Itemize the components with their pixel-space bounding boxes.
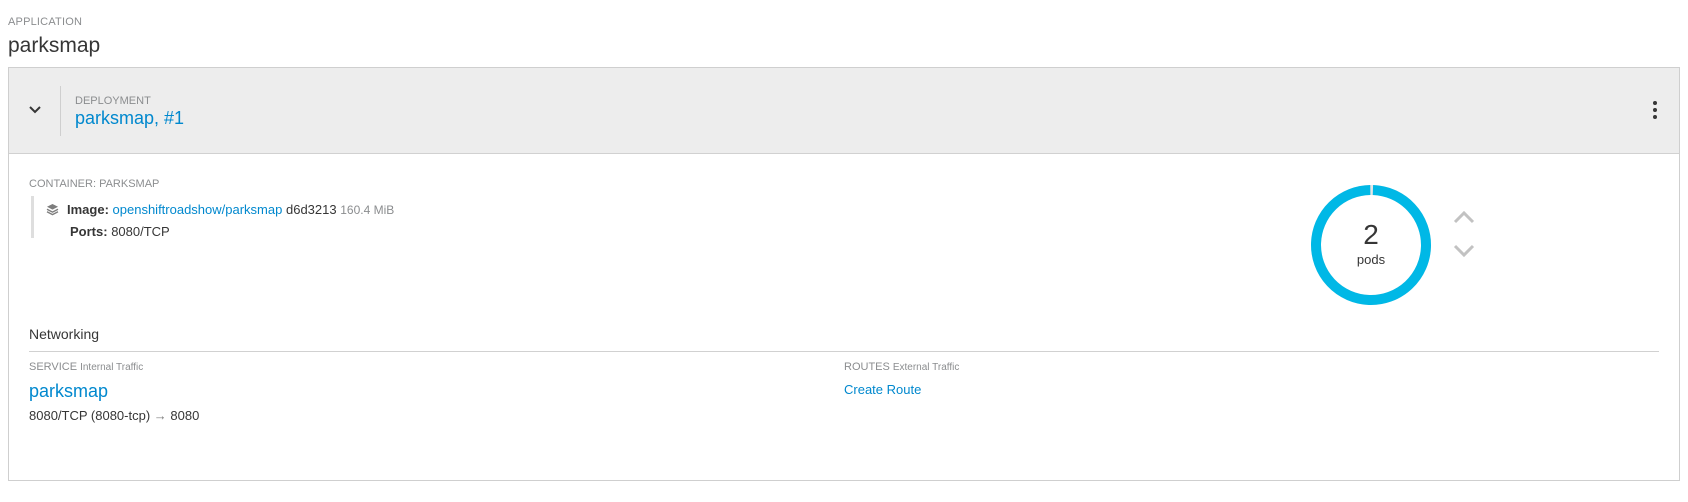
scale-down-button[interactable] xyxy=(1453,243,1475,259)
image-link[interactable]: openshiftroadshow/parksmap xyxy=(113,202,283,217)
container-details: Image: openshiftroadshow/parksmap d6d321… xyxy=(31,196,394,239)
arrow-right-icon: → xyxy=(153,408,167,423)
application-header: APPLICATION parksmap xyxy=(8,16,100,59)
deployment-panel: DEPLOYMENT parksmap, #1 CONTAINER: PARKS… xyxy=(8,67,1680,481)
ports-line: Ports: 8080/TCP xyxy=(70,224,170,239)
pods-label: pods xyxy=(1356,252,1386,267)
ports-value: 8080/TCP xyxy=(111,224,170,239)
service-port-mapping: 8080/TCP (8080-tcp) → 8080 xyxy=(29,408,199,423)
image-size: 160.4 MiB xyxy=(340,203,395,217)
service-port: 8080/TCP (8080-tcp) xyxy=(29,408,151,423)
image-id: d6d3213 xyxy=(285,202,337,217)
layers-icon xyxy=(46,204,59,216)
pods-donut: 2 pods xyxy=(1306,180,1436,310)
application-name: parksmap xyxy=(8,34,101,57)
container-caption: CONTAINER: PARKSMAP xyxy=(29,178,160,190)
chevron-down-icon xyxy=(1453,244,1475,258)
chevron-up-icon xyxy=(1453,210,1475,224)
service-caption-sub: Internal Traffic xyxy=(80,362,144,373)
service-link[interactable]: parksmap xyxy=(29,381,108,402)
collapse-toggle-button[interactable] xyxy=(9,86,61,136)
routes-caption-sub: External Traffic xyxy=(892,362,960,373)
kebab-icon[interactable] xyxy=(1651,101,1659,121)
networking-title: Networking xyxy=(29,326,100,342)
ports-label: Ports: xyxy=(70,224,108,239)
pods-count: 2 xyxy=(1363,219,1379,250)
image-label: Image: xyxy=(67,202,109,217)
deployment-caption: DEPLOYMENT xyxy=(75,95,151,107)
deployment-header: DEPLOYMENT parksmap, #1 xyxy=(9,68,1679,154)
deployment-link[interactable]: parksmap, #1 xyxy=(75,108,184,129)
chevron-down-icon xyxy=(29,106,41,114)
scale-up-button[interactable] xyxy=(1453,209,1475,225)
routes-caption: ROUTES External Traffic xyxy=(844,361,959,373)
service-caption-label: SERVICE xyxy=(29,361,78,373)
image-line: Image: openshiftroadshow/parksmap d6d321… xyxy=(46,202,394,217)
create-route-link[interactable]: Create Route xyxy=(844,382,921,397)
application-caption: APPLICATION xyxy=(8,16,83,28)
service-caption: SERVICE Internal Traffic xyxy=(29,361,143,373)
service-target-port: 8080 xyxy=(170,408,200,423)
routes-caption-label: ROUTES xyxy=(844,361,890,373)
networking-divider xyxy=(29,351,1659,352)
